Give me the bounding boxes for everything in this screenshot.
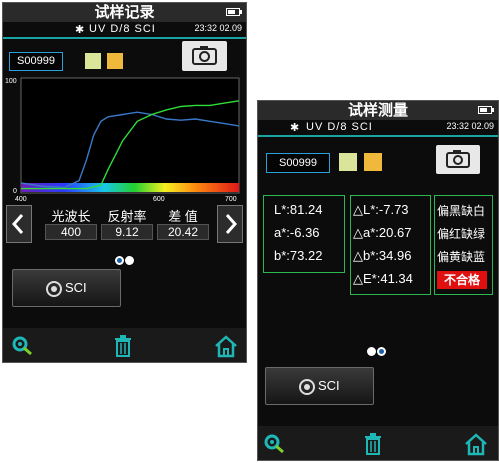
- delta-l-row: △L*:-7.73: [353, 202, 409, 218]
- mode-text: UV D/8 SCI: [306, 121, 373, 133]
- fail-badge: 不合格: [437, 271, 487, 289]
- eval-a-text: 偏红缺绿: [437, 227, 486, 241]
- clock-text: 23:32 02.09: [194, 23, 242, 33]
- bluetooth-icon: ✱: [75, 24, 85, 36]
- clock-text: 23:32 02.09: [446, 121, 494, 131]
- measured-color-swatch: [339, 153, 357, 171]
- l-value: L*:81.24: [274, 202, 323, 217]
- difference-header: 差 值: [157, 206, 209, 224]
- camera-button[interactable]: [182, 41, 227, 71]
- delta-values-box: △L*:-7.73 △a*:20.67 △b*:34.96 △E*:41.34: [350, 195, 431, 295]
- standard-color-swatch: [107, 53, 123, 69]
- a-value: a*:-6.36: [274, 225, 320, 240]
- sci-button[interactable]: SCI: [265, 367, 374, 405]
- search-button[interactable]: [11, 334, 35, 358]
- mode-text: UV D/8 SCI: [89, 23, 156, 35]
- chevron-right-icon: [225, 214, 238, 234]
- reflectance-header: 反射率: [101, 206, 153, 224]
- delta-e-row: △E*:41.34: [353, 271, 413, 287]
- sample-id-field[interactable]: S00999: [266, 153, 330, 173]
- x-tick-right: 700: [225, 196, 237, 203]
- standard-color-swatch: [364, 153, 382, 171]
- delete-button[interactable]: [361, 432, 385, 456]
- camera-icon: [192, 46, 217, 65]
- delete-button[interactable]: [111, 334, 135, 358]
- eval-b-text: 偏黄缺蓝: [437, 250, 486, 264]
- evaluation-box: 偏黑缺白 偏红缺绿 偏黄缺蓝 不合格: [434, 195, 493, 295]
- reflectance-value: 9.12: [101, 224, 153, 240]
- camera-button[interactable]: [436, 145, 480, 174]
- delta-b-label: △b*: [353, 248, 376, 263]
- sci-button[interactable]: SCI: [12, 269, 121, 307]
- battery-icon: [478, 106, 494, 114]
- battery-icon: [226, 8, 242, 16]
- reflectance-chart: 100 0 400 600 700: [5, 77, 240, 203]
- measured-color-swatch: [85, 53, 101, 69]
- divider: [3, 37, 246, 39]
- home-icon: [215, 335, 237, 358]
- search-button[interactable]: [263, 432, 287, 456]
- delta-a-value: :20.67: [375, 225, 412, 240]
- delta-a-row: △a*:20.67: [353, 225, 411, 241]
- lab-values-box: L*:81.24 a*:-6.36 b*:73.22: [263, 195, 345, 273]
- next-wavelength-button[interactable]: [217, 205, 243, 243]
- camera-icon: [446, 150, 470, 168]
- page-dot-2[interactable]: [377, 347, 386, 356]
- bluetooth-icon: ✱: [290, 122, 300, 134]
- delta-l-value: :-7.73: [375, 202, 409, 217]
- delta-b-value: :34.96: [375, 248, 412, 263]
- y-tick-bottom: 0: [13, 188, 17, 195]
- sample-id-field[interactable]: S00999: [9, 52, 63, 71]
- trash-icon: [365, 433, 381, 455]
- page-title: 试样记录: [94, 4, 155, 21]
- page-dot-1[interactable]: [115, 256, 124, 265]
- wavelength-value: 400: [45, 224, 97, 240]
- page-title-bar: 试样记录: [3, 3, 246, 22]
- wavelength-header: 光波长: [45, 206, 97, 224]
- bottom-toolbar: [3, 328, 246, 362]
- divider: [258, 135, 498, 137]
- difference-value: 20.42: [157, 224, 209, 240]
- measure-mode-icon: [299, 379, 315, 395]
- status-line: ✱ UV D/8 SCI 23:32 02.09: [3, 23, 246, 37]
- bottom-toolbar: [258, 426, 498, 460]
- delta-a-label: △a*: [353, 225, 376, 240]
- search-icon: [264, 434, 284, 454]
- sci-button-label: SCI: [65, 280, 87, 295]
- delta-e-value: :41.34: [376, 271, 413, 286]
- measure-screen: 试样测量 ✱ UV D/8 SCI 23:32 02.09 S00999 L*:…: [257, 100, 499, 461]
- delta-l-label: △L*: [353, 202, 376, 217]
- page-dot-1[interactable]: [367, 347, 376, 356]
- status-line: ✱ UV D/8 SCI 23:32 02.09: [258, 121, 498, 135]
- home-icon: [465, 433, 487, 456]
- trash-icon: [115, 335, 131, 357]
- record-screen: 试样记录 ✱ UV D/8 SCI 23:32 02.09 S00999 100…: [2, 2, 247, 363]
- search-icon: [12, 336, 32, 356]
- delta-e-label: △E*: [353, 271, 377, 286]
- home-button[interactable]: [464, 432, 488, 456]
- x-tick-mid: 600: [153, 196, 165, 203]
- y-tick-top: 100: [5, 78, 17, 85]
- measure-mode-icon: [46, 281, 62, 297]
- chevron-left-icon: [11, 214, 24, 234]
- x-tick-left: 400: [15, 196, 27, 203]
- home-button[interactable]: [214, 334, 238, 358]
- page-dot-2[interactable]: [125, 256, 134, 265]
- plot-area: [20, 77, 240, 194]
- sci-button-label: SCI: [318, 378, 340, 393]
- delta-b-row: △b*:34.96: [353, 248, 411, 264]
- page-title-bar: 试样测量: [258, 101, 498, 120]
- eval-l-text: 偏黑缺白: [437, 204, 486, 218]
- page-title: 试样测量: [347, 102, 408, 119]
- b-value: b*:73.22: [274, 248, 323, 263]
- prev-wavelength-button[interactable]: [6, 205, 32, 243]
